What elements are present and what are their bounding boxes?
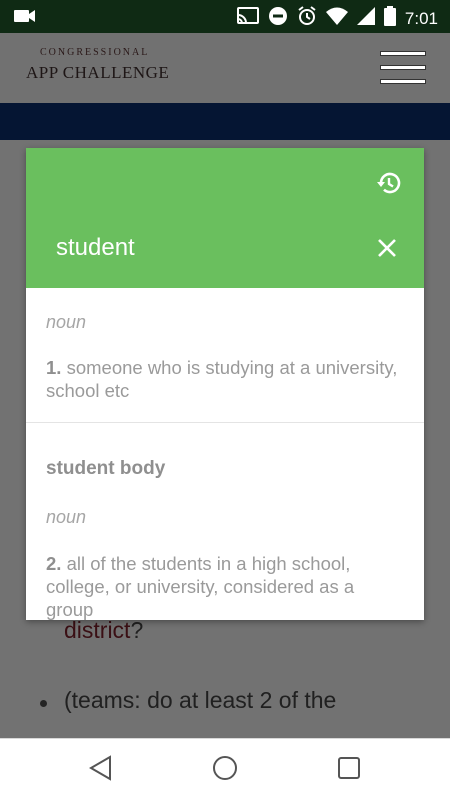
camera-icon (14, 9, 36, 28)
hamburger-menu-icon[interactable] (380, 49, 426, 87)
logo-top-text: CONGRESSIONAL (40, 47, 150, 58)
recents-icon[interactable] (336, 755, 362, 781)
part-of-speech: noun (46, 507, 87, 527)
bullet-text: (teams: do at least 2 of the (64, 687, 337, 713)
phrase-heading: student body (46, 458, 166, 479)
status-bar: 7:01 (0, 0, 450, 33)
site-logo[interactable]: CONGRESSIONAL APP CHALLENGE (26, 45, 186, 91)
definition-text: someone who is studying at a university,… (46, 357, 398, 401)
site-header: CONGRESSIONAL APP CHALLENGE (0, 33, 450, 103)
history-icon[interactable] (376, 170, 402, 196)
definition-number: 2. (46, 553, 62, 574)
definition-text: all of the students in a high school, co… (46, 553, 355, 620)
definition: 2. all of the students in a high school,… (46, 552, 406, 620)
dictionary-dialog: student noun 1. someone who is studying … (26, 148, 424, 620)
bullet-icon (40, 700, 47, 707)
signal-icon (356, 7, 375, 30)
definition-number: 1. (46, 357, 62, 378)
district-link[interactable]: district (64, 617, 130, 643)
do-not-disturb-icon (268, 6, 288, 31)
system-nav-bar (0, 738, 450, 795)
battery-icon (383, 6, 396, 31)
cast-icon (236, 7, 259, 30)
home-icon[interactable] (212, 755, 238, 781)
clock: 7:01 (404, 8, 438, 28)
alarm-icon (297, 6, 317, 31)
wifi-icon (325, 7, 348, 30)
dictionary-header: student (26, 148, 424, 288)
dictionary-body: noun 1. someone who is studying at a uni… (26, 288, 424, 620)
background-text-line: district? (64, 617, 143, 644)
question-mark: ? (130, 617, 144, 643)
site-navbar (0, 103, 450, 140)
part-of-speech: noun (46, 312, 87, 332)
back-icon[interactable] (88, 755, 114, 781)
definition: 1. someone who is studying at a universi… (46, 356, 406, 402)
close-icon[interactable] (376, 237, 398, 259)
dictionary-word: student (56, 234, 135, 261)
divider (26, 422, 424, 423)
logo-bottom-text: APP CHALLENGE (26, 63, 170, 82)
